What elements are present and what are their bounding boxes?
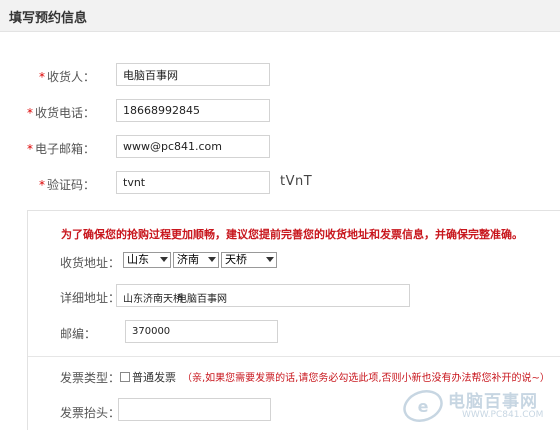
postcode-input[interactable] xyxy=(125,320,278,343)
address-prefix: 山东济南天桥 xyxy=(123,294,183,305)
svg-text:e: e xyxy=(418,397,429,416)
district-select[interactable]: 天桥 xyxy=(221,252,277,268)
phone-input[interactable] xyxy=(116,99,270,122)
phone-label: * 收货电话： xyxy=(26,106,95,120)
chevron-down-icon xyxy=(266,257,274,262)
section-title: 填写预约信息 xyxy=(9,11,88,26)
watermark-name: 电脑百事网 xyxy=(448,392,538,412)
divider xyxy=(28,356,560,357)
phone-row: * 收货电话： xyxy=(0,99,560,125)
pc841-logo-icon: e xyxy=(403,390,443,422)
email-row: * 电子邮箱： xyxy=(0,135,560,161)
invoice-hint: （亲,如果您需要发票的话,请您务必勾选此项,否则小新也没有办法帮您补开的说~） xyxy=(182,373,550,384)
invoice-option-label[interactable]: 普通发票 xyxy=(132,369,176,385)
watermark: e 电脑百事网 WWW.PC841.COM xyxy=(402,384,560,430)
invoice-checkbox[interactable] xyxy=(120,372,130,382)
captcha-row: * 验证码： tVnT xyxy=(0,171,560,197)
address-field[interactable]: 山东济南天桥 电脑百事网 xyxy=(116,284,410,307)
address-input[interactable]: 电脑百事网 xyxy=(177,290,227,305)
required-mark: * xyxy=(26,106,33,120)
required-mark: * xyxy=(26,142,33,156)
email-label: * 电子邮箱： xyxy=(26,142,95,156)
invoice-title-label: 发票抬头： xyxy=(60,406,121,420)
captcha-label: * 验证码： xyxy=(38,178,95,192)
section-header: 填写预约信息 xyxy=(0,0,560,32)
captcha-input[interactable] xyxy=(116,171,270,194)
region-label: 收货地址： xyxy=(60,256,121,270)
captcha-image[interactable]: tVnT xyxy=(280,174,312,189)
receiver-input[interactable] xyxy=(116,63,270,86)
required-mark: * xyxy=(38,178,45,192)
receiver-row: * 收货人： xyxy=(0,63,560,89)
chevron-down-icon xyxy=(208,257,216,262)
district-value: 天桥 xyxy=(225,253,247,266)
invoice-title-input[interactable] xyxy=(118,398,271,421)
invoice-type-label: 发票类型： xyxy=(60,371,121,385)
receiver-label: * 收货人： xyxy=(38,70,95,84)
province-value: 山东 xyxy=(127,253,149,266)
postcode-label: 邮编： xyxy=(60,327,97,341)
city-value: 济南 xyxy=(177,253,199,266)
address-label: 详细地址： xyxy=(60,291,121,305)
city-select[interactable]: 济南 xyxy=(173,252,219,268)
watermark-url: WWW.PC841.COM xyxy=(462,410,544,420)
required-mark: * xyxy=(38,70,45,84)
notice-text: 为了确保您的抢购过程更加顺畅，建议您提前完善您的收货地址和发票信息，并确保完整准… xyxy=(61,228,523,241)
chevron-down-icon xyxy=(160,257,168,262)
province-select[interactable]: 山东 xyxy=(123,252,171,268)
email-input[interactable] xyxy=(116,135,270,158)
